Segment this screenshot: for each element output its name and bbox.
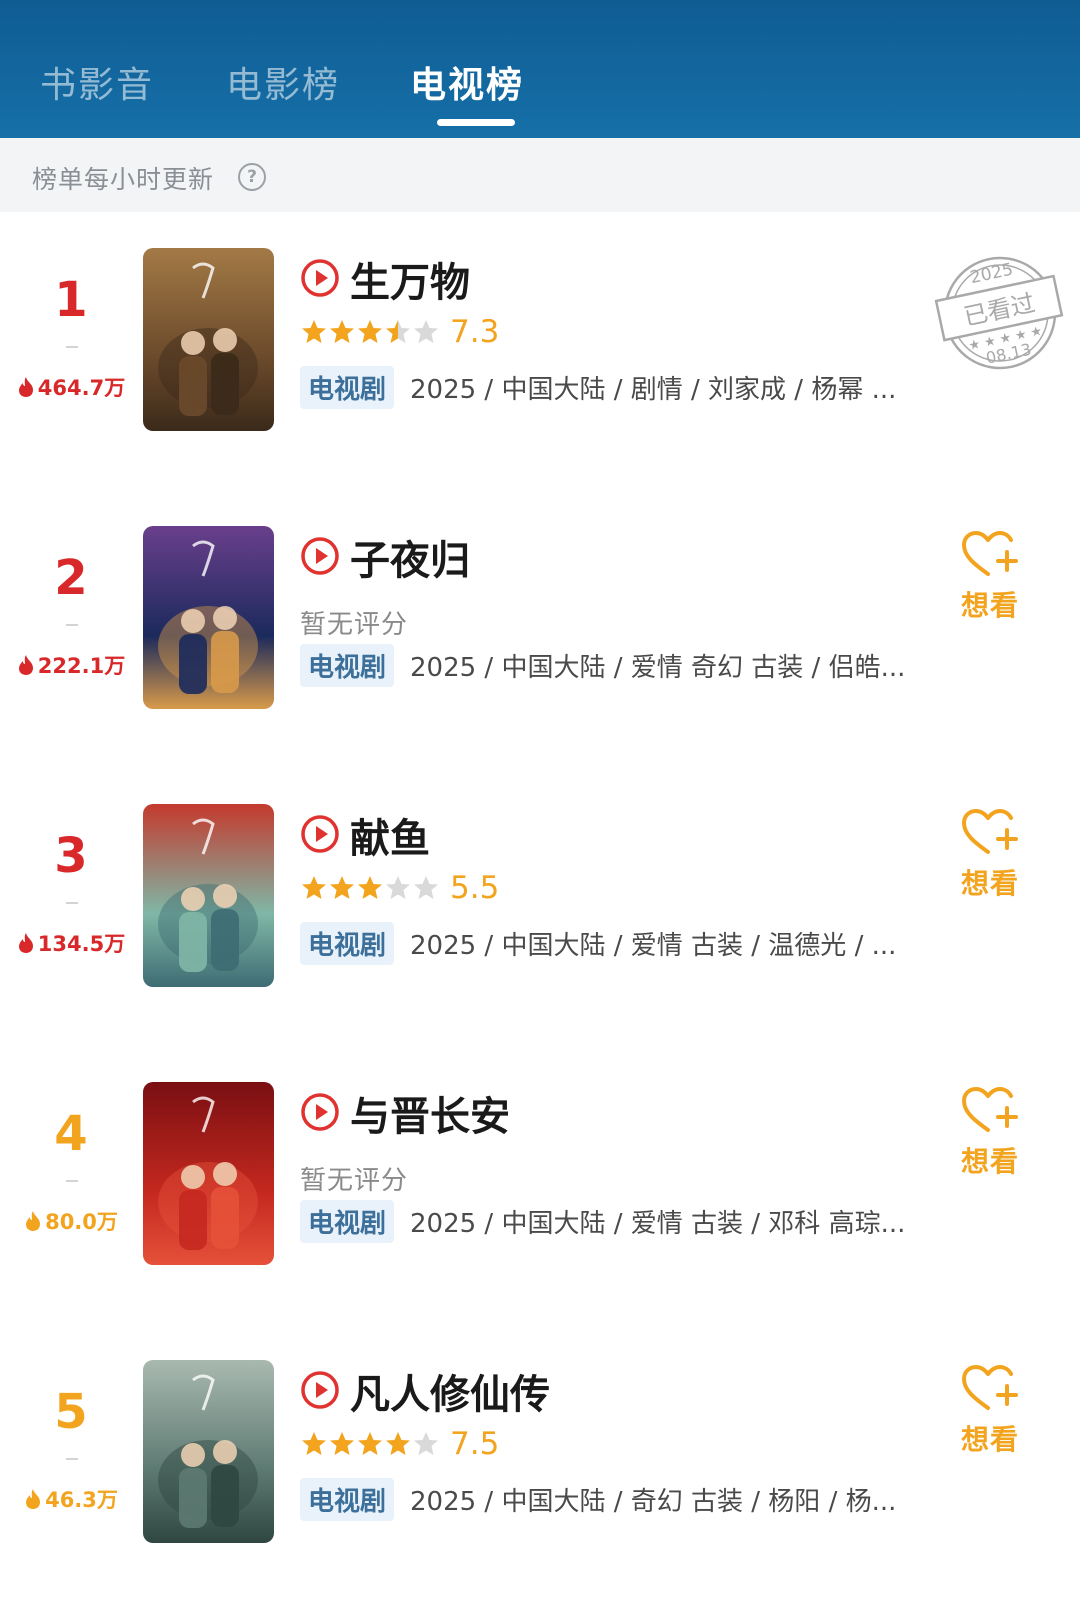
no-rating-text: 暂无评分	[300, 1166, 409, 1196]
poster-image[interactable]	[143, 804, 274, 987]
star-icon	[412, 1430, 440, 1458]
play-icon[interactable]	[300, 814, 340, 854]
star-icon	[384, 318, 412, 346]
item-title[interactable]: 子夜归	[350, 528, 470, 586]
tab-tv-chart[interactable]: 电视榜	[410, 56, 524, 108]
want-to-watch-button[interactable]: 想看	[950, 1364, 1030, 1458]
question-circle-icon[interactable]: ?	[238, 163, 266, 191]
ranking-item[interactable]: 5 46.3万 凡人修仙传 7.5 电视剧 2025 / 中国大陆 / 奇幻 古装 / …	[0, 1360, 1080, 1580]
ranking-item[interactable]: 3 134.5万 献鱼 5.5 电视剧 2025 / 中国大陆 / 爱情 古装 / 温德…	[0, 804, 1080, 1024]
rank-number: 1	[54, 272, 88, 328]
flame-icon	[24, 1210, 42, 1232]
heart-plus-icon	[950, 808, 1030, 858]
want-to-watch-button[interactable]: 想看	[950, 530, 1030, 624]
play-icon[interactable]	[300, 1370, 340, 1410]
poster-image[interactable]	[143, 1360, 274, 1543]
poster-image[interactable]	[143, 526, 274, 709]
heat-value: 222.1万	[0, 650, 142, 680]
no-rating-text: 暂无评分	[300, 610, 409, 640]
want-to-watch-label: 想看	[960, 1423, 1019, 1456]
star-rating	[300, 318, 440, 350]
star-icon	[300, 874, 328, 902]
heat-text: 464.7万	[37, 376, 126, 400]
rank-divider	[66, 902, 78, 904]
want-to-watch-button[interactable]: 想看	[950, 1086, 1030, 1180]
rating-score: 7.3	[450, 314, 500, 350]
star-icon	[412, 318, 440, 346]
type-tag: 电视剧	[300, 1200, 395, 1243]
rank-divider	[66, 1458, 78, 1460]
star-icon	[300, 1430, 328, 1458]
heat-text: 134.5万	[37, 932, 126, 956]
rating-score: 5.5	[450, 870, 500, 906]
heart-plus-icon	[950, 1364, 1030, 1414]
type-tag: 电视剧	[300, 644, 395, 687]
update-notice-bar: 榜单每小时更新	[0, 138, 1080, 212]
star-rating	[300, 874, 440, 906]
heart-plus-icon	[950, 530, 1030, 580]
rank-number: 3	[54, 828, 88, 884]
want-to-watch-label: 想看	[960, 589, 1019, 622]
type-tag: 电视剧	[300, 366, 395, 409]
meta-info: 2025 / 中国大陆 / 剧情 / 刘家成 / 杨幂 ...	[410, 375, 897, 405]
meta-info: 2025 / 中国大陆 / 爱情 古装 / 温德光 / ...	[410, 931, 897, 961]
rating-score: 7.5	[450, 1426, 500, 1462]
star-icon	[300, 318, 328, 346]
star-icon	[328, 874, 356, 902]
star-icon	[356, 1430, 384, 1458]
want-to-watch-label: 想看	[960, 867, 1019, 900]
top-tab-bar: 书影音 电影榜 电视榜	[0, 0, 1080, 138]
ranking-item[interactable]: 4 80.0万 与晋长安暂无评分电视剧 2025 / 中国大陆 / 爱情 古装 / …	[0, 1082, 1080, 1302]
heat-value: 134.5万	[0, 928, 142, 958]
heart-plus-icon	[950, 1086, 1030, 1136]
item-title[interactable]: 凡人修仙传	[350, 1362, 550, 1420]
rank-number: 2	[54, 550, 88, 606]
heat-text: 222.1万	[37, 654, 126, 678]
heat-text: 80.0万	[45, 1210, 118, 1234]
flame-icon	[17, 376, 35, 398]
play-icon[interactable]	[300, 258, 340, 298]
heat-value: 46.3万	[0, 1484, 142, 1514]
star-icon	[412, 874, 440, 902]
star-icon	[328, 1430, 356, 1458]
flame-icon	[17, 654, 35, 676]
item-title[interactable]: 献鱼	[350, 806, 430, 864]
want-to-watch-label: 想看	[960, 1145, 1019, 1178]
rank-number: 5	[54, 1384, 88, 1440]
star-icon	[356, 874, 384, 902]
poster-image[interactable]	[143, 1082, 274, 1265]
meta-info: 2025 / 中国大陆 / 爱情 奇幻 古装 / 侣皓...	[410, 653, 906, 683]
heat-value: 464.7万	[0, 372, 142, 402]
rank-divider	[66, 1180, 78, 1182]
type-tag: 电视剧	[300, 922, 395, 965]
rank-number: 4	[54, 1106, 88, 1162]
ranking-item[interactable]: 2 222.1万 子夜归暂无评分电视剧 2025 / 中国大陆 / 爱情 奇幻 古装…	[0, 526, 1080, 746]
meta-info: 2025 / 中国大陆 / 奇幻 古装 / 杨阳 / 杨...	[410, 1487, 897, 1517]
update-notice-text: 榜单每小时更新	[32, 165, 215, 194]
star-icon	[328, 318, 356, 346]
star-icon	[356, 318, 384, 346]
meta-info: 2025 / 中国大陆 / 爱情 古装 / 邓科 高琮...	[410, 1209, 906, 1239]
tab-books-movies-music[interactable]: 书影音	[40, 56, 154, 108]
star-icon	[384, 874, 412, 902]
star-icon	[384, 1430, 412, 1458]
flame-icon	[17, 932, 35, 954]
poster-image[interactable]	[143, 248, 274, 431]
star-rating	[300, 1430, 440, 1462]
want-to-watch-button[interactable]: 想看	[950, 808, 1030, 902]
heat-text: 46.3万	[45, 1488, 118, 1512]
item-title[interactable]: 生万物	[350, 250, 470, 308]
play-icon[interactable]	[300, 536, 340, 576]
flame-icon	[24, 1488, 42, 1510]
ranking-item[interactable]: 1 464.7万 生万物 7.3 电视剧 2025 / 中国大陆 / 剧情 / 刘家成 …	[0, 248, 1080, 468]
rank-divider	[66, 624, 78, 626]
type-tag: 电视剧	[300, 1478, 395, 1521]
rank-divider	[66, 346, 78, 348]
heat-value: 80.0万	[0, 1206, 142, 1236]
item-title[interactable]: 与晋长安	[350, 1084, 510, 1142]
active-tab-indicator	[437, 119, 515, 126]
tab-movie-chart[interactable]: 电影榜	[226, 56, 340, 108]
play-icon[interactable]	[300, 1092, 340, 1132]
watched-stamp: 2025 已看过 ★ ★ ★ ★ ★ 08.13	[930, 248, 1070, 378]
